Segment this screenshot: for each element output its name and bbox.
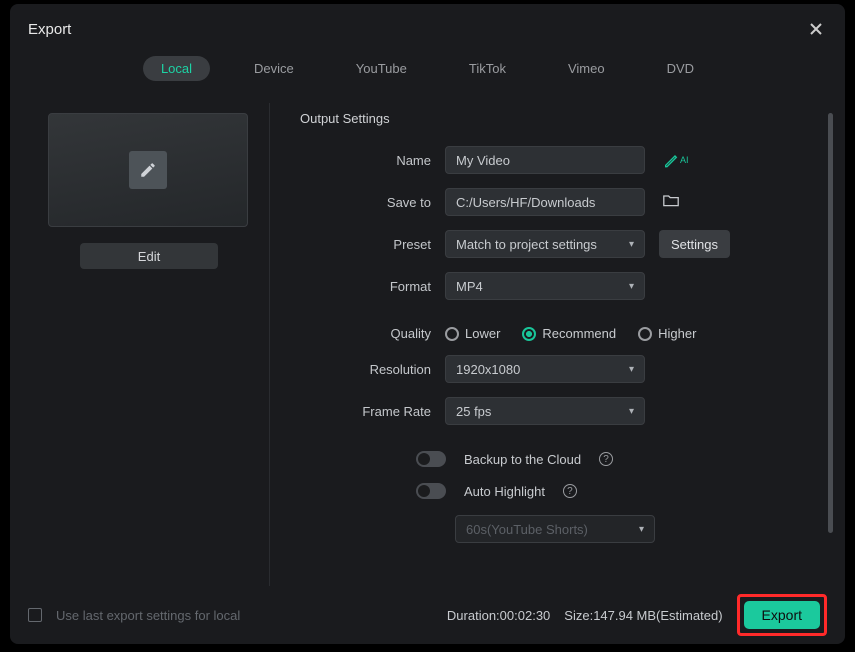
frame-rate-select[interactable]: 25 fps ▾ [445, 397, 645, 425]
backup-cloud-toggle[interactable] [416, 451, 446, 467]
settings-panel: Output Settings Name My Video AI Save to… [270, 103, 835, 586]
highlight-help-button[interactable]: ? [563, 484, 577, 498]
preview-panel: Edit [20, 103, 270, 586]
ai-title-button[interactable]: AI [663, 152, 689, 168]
tab-device[interactable]: Device [236, 56, 312, 81]
folder-icon [663, 193, 679, 207]
quality-higher[interactable]: Higher [638, 326, 696, 341]
edit-button[interactable]: Edit [80, 243, 218, 269]
chevron-down-icon: ▾ [629, 364, 634, 375]
tab-youtube[interactable]: YouTube [338, 56, 425, 81]
resolution-select[interactable]: 1920x1080 ▾ [445, 355, 645, 383]
highlight-preset-value: 60s(YouTube Shorts) [466, 522, 588, 537]
tab-dvd[interactable]: DVD [649, 56, 712, 81]
label-quality: Quality [300, 326, 445, 341]
format-value: MP4 [456, 279, 483, 294]
section-title: Output Settings [300, 111, 811, 126]
backup-help-button[interactable]: ? [599, 452, 613, 466]
tab-vimeo[interactable]: Vimeo [550, 56, 623, 81]
label-name: Name [300, 153, 445, 168]
label-preset: Preset [300, 237, 445, 252]
auto-highlight-label: Auto Highlight [464, 484, 545, 499]
frame-rate-value: 25 fps [456, 404, 491, 419]
video-preview[interactable] [48, 113, 248, 227]
backup-cloud-label: Backup to the Cloud [464, 452, 581, 467]
tab-local[interactable]: Local [143, 56, 210, 81]
export-dialog: Export Local Device YouTube TikTok Vimeo… [10, 4, 845, 644]
titlebar: Export [10, 4, 845, 50]
tab-tiktok[interactable]: TikTok [451, 56, 524, 81]
footer: Use last export settings for local Durat… [10, 586, 845, 644]
label-resolution: Resolution [300, 362, 445, 377]
close-icon [809, 22, 823, 36]
browse-folder-button[interactable] [663, 193, 679, 212]
quality-lower[interactable]: Lower [445, 326, 500, 341]
dialog-title: Export [28, 21, 71, 38]
quality-radio-group: Lower Recommend Higher [445, 326, 696, 341]
preset-value: Match to project settings [456, 237, 597, 252]
highlight-preset-select: 60s(YouTube Shorts) ▾ [455, 515, 655, 543]
tab-bar: Local Device YouTube TikTok Vimeo DVD [10, 50, 845, 93]
duration-stat: Duration:00:02:30 [447, 608, 550, 623]
size-stat: Size:147.94 MB(Estimated) [564, 608, 722, 623]
save-to-input[interactable]: C:/Users/HF/Downloads [445, 188, 645, 216]
label-save-to: Save to [300, 195, 445, 210]
chevron-down-icon: ▾ [629, 406, 634, 417]
pencil-ai-icon [663, 152, 679, 168]
quality-recommend[interactable]: Recommend [522, 326, 616, 341]
use-last-settings-label: Use last export settings for local [56, 608, 240, 623]
preset-settings-button[interactable]: Settings [659, 230, 730, 258]
pencil-icon [129, 151, 167, 189]
chevron-down-icon: ▾ [629, 281, 634, 292]
use-last-settings-checkbox[interactable] [28, 608, 42, 622]
format-select[interactable]: MP4 ▾ [445, 272, 645, 300]
name-input[interactable]: My Video [445, 146, 645, 174]
preset-select[interactable]: Match to project settings ▾ [445, 230, 645, 258]
close-button[interactable] [805, 18, 827, 40]
chevron-down-icon: ▾ [639, 524, 644, 535]
label-frame-rate: Frame Rate [300, 404, 445, 419]
export-highlight: Export [737, 594, 827, 636]
dialog-body: Edit Output Settings Name My Video AI Sa… [10, 93, 845, 586]
resolution-value: 1920x1080 [456, 362, 520, 377]
label-format: Format [300, 279, 445, 294]
export-button[interactable]: Export [744, 601, 820, 629]
auto-highlight-toggle[interactable] [416, 483, 446, 499]
chevron-down-icon: ▾ [629, 239, 634, 250]
scrollbar[interactable] [828, 113, 833, 533]
